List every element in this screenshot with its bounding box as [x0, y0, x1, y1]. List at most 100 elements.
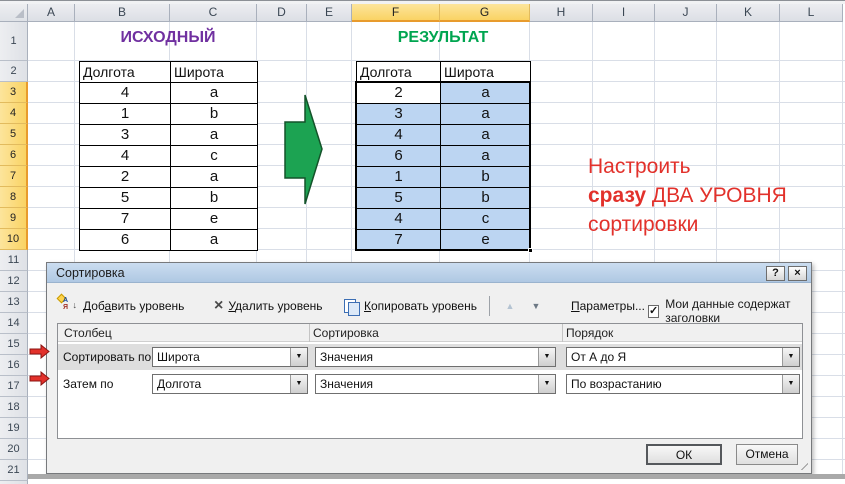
table-header-cell[interactable]: Широта — [441, 62, 531, 83]
cell[interactable]: b — [171, 104, 258, 125]
column-header-D[interactable]: D — [257, 4, 307, 22]
copy-icon — [344, 299, 359, 314]
row-header-2[interactable]: 2 — [0, 61, 28, 82]
row-header-16[interactable]: 16 — [0, 355, 28, 376]
row-header-18[interactable]: 18 — [0, 397, 28, 418]
row-header-15[interactable]: 15 — [0, 334, 28, 355]
transform-arrow-icon — [283, 93, 324, 206]
sort-level-row-1[interactable]: Сортировать по Широта ▼ Значения ▼ От А … — [58, 344, 802, 370]
row-header-14[interactable]: 14 — [0, 313, 28, 334]
cell[interactable]: a — [171, 167, 258, 188]
row-header-13[interactable]: 13 — [0, 292, 28, 313]
dropdown-arrow-icon[interactable]: ▼ — [290, 348, 307, 366]
column-header-L[interactable]: L — [780, 4, 843, 22]
level2-sort-on-select[interactable]: Значения ▼ — [315, 374, 556, 394]
sort-on-header-label: Сортировка — [313, 324, 379, 342]
dropdown-arrow-icon[interactable]: ▼ — [782, 348, 799, 366]
cell[interactable]: 4 — [80, 146, 171, 167]
annotation-line2-bold: сразу — [588, 184, 646, 207]
column-header-F[interactable]: F — [352, 4, 440, 22]
level2-sort-on-value: Значения — [316, 375, 538, 393]
row-header-19[interactable]: 19 — [0, 418, 28, 439]
row-header-6[interactable]: 6 — [0, 145, 28, 166]
table-row: 3a — [80, 125, 258, 146]
dialog-titlebar[interactable]: Сортировка ? × — [47, 263, 811, 283]
cell[interactable]: 1 — [80, 104, 171, 125]
copy-level-button[interactable]: Копировать уровень — [344, 295, 477, 317]
header-divider — [562, 324, 563, 342]
order-header-label: Порядок — [566, 324, 613, 342]
row-header-9[interactable]: 9 — [0, 208, 28, 229]
annotation-text: Настроить сразу ДВА УРОВНЯ сортировки — [588, 152, 787, 239]
cancel-button[interactable]: Отмена — [736, 444, 798, 465]
row-header-7[interactable]: 7 — [0, 166, 28, 187]
cell[interactable]: e — [171, 209, 258, 230]
row-header-3[interactable]: 3 — [0, 82, 28, 103]
level2-order-select[interactable]: По возрастанию ▼ — [566, 374, 800, 394]
row-header-4[interactable]: 4 — [0, 103, 28, 124]
cell[interactable]: a — [171, 83, 258, 104]
row-header-20[interactable]: 20 — [0, 439, 28, 460]
column-header-A[interactable]: A — [28, 4, 75, 22]
cell[interactable]: 7 — [80, 209, 171, 230]
cell[interactable]: 2 — [80, 167, 171, 188]
table-header-cell[interactable]: Долгота — [357, 62, 441, 83]
column-header-E[interactable]: E — [307, 4, 352, 22]
cell[interactable]: a — [171, 230, 258, 251]
row-header-10[interactable]: 10 — [0, 229, 28, 250]
dropdown-arrow-icon[interactable]: ▼ — [782, 375, 799, 393]
column-header-I[interactable]: I — [593, 4, 655, 22]
down-arrow-icon: ▼ — [532, 301, 541, 311]
delete-icon: × — [214, 298, 223, 314]
close-button[interactable]: × — [788, 266, 807, 281]
cell[interactable]: 6 — [80, 230, 171, 251]
row-header-12[interactable]: 12 — [0, 271, 28, 292]
fill-handle[interactable] — [528, 248, 533, 253]
ok-button[interactable]: ОК — [646, 444, 722, 465]
sort-level-row-2[interactable]: Затем по Долгота ▼ Значения ▼ По возраст… — [58, 371, 802, 397]
column-header-C[interactable]: C — [170, 4, 257, 22]
cell[interactable]: 4 — [80, 83, 171, 104]
cell[interactable]: a — [171, 125, 258, 146]
table-header-cell[interactable]: Долгота — [80, 62, 171, 83]
column-header-J[interactable]: J — [655, 4, 717, 22]
select-all-corner[interactable] — [0, 4, 28, 22]
column-header-G[interactable]: G — [440, 4, 530, 22]
row-header-21[interactable]: 21 — [0, 460, 28, 481]
result-title: РЕЗУЛЬТАТ — [356, 29, 530, 51]
options-button[interactable]: Параметры... — [571, 295, 645, 317]
column-header-H[interactable]: H — [530, 4, 593, 22]
help-button[interactable]: ? — [766, 266, 785, 281]
dialog-toolbar: А Я ↓ Добавить уровень × Удалить уровень… — [47, 295, 811, 319]
level1-sort-on-select[interactable]: Значения ▼ — [315, 347, 556, 367]
move-up-button[interactable]: ▲ — [499, 298, 521, 314]
delete-level-button[interactable]: × Удалить уровень — [214, 295, 323, 317]
cell[interactable]: c — [171, 146, 258, 167]
help-icon: ? — [772, 267, 779, 279]
my-data-has-headers-checkbox[interactable]: ✓ Мои данные содержат заголовки — [648, 297, 811, 325]
annotation-line3: сортировки — [588, 213, 698, 236]
level1-column-value: Широта — [153, 348, 290, 366]
level1-column-select[interactable]: Широта ▼ — [152, 347, 308, 367]
cell[interactable]: b — [171, 188, 258, 209]
table-header-cell[interactable]: Широта — [171, 62, 258, 83]
row-header-11[interactable]: 11 — [0, 250, 28, 271]
row-header-1[interactable]: 1 — [0, 22, 28, 61]
move-down-button[interactable]: ▼ — [525, 298, 547, 314]
dropdown-arrow-icon[interactable]: ▼ — [538, 348, 555, 366]
add-level-button[interactable]: А Я ↓ Добавить уровень — [61, 295, 184, 317]
column-header-K[interactable]: K — [717, 4, 780, 22]
row-header-8[interactable]: 8 — [0, 187, 28, 208]
row-header-17[interactable]: 17 — [0, 376, 28, 397]
dropdown-arrow-icon[interactable]: ▼ — [538, 375, 555, 393]
dropdown-arrow-icon[interactable]: ▼ — [290, 375, 307, 393]
level1-order-select[interactable]: От А до Я ▼ — [566, 347, 800, 367]
column-header-B[interactable]: B — [75, 4, 170, 22]
cell[interactable]: 5 — [80, 188, 171, 209]
level2-order-value: По возрастанию — [567, 375, 782, 393]
delete-level-label: Удалить уровень — [228, 299, 322, 313]
cell[interactable]: 3 — [80, 125, 171, 146]
level2-column-select[interactable]: Долгота ▼ — [152, 374, 308, 394]
table-row: 6a — [80, 230, 258, 251]
row-header-5[interactable]: 5 — [0, 124, 28, 145]
